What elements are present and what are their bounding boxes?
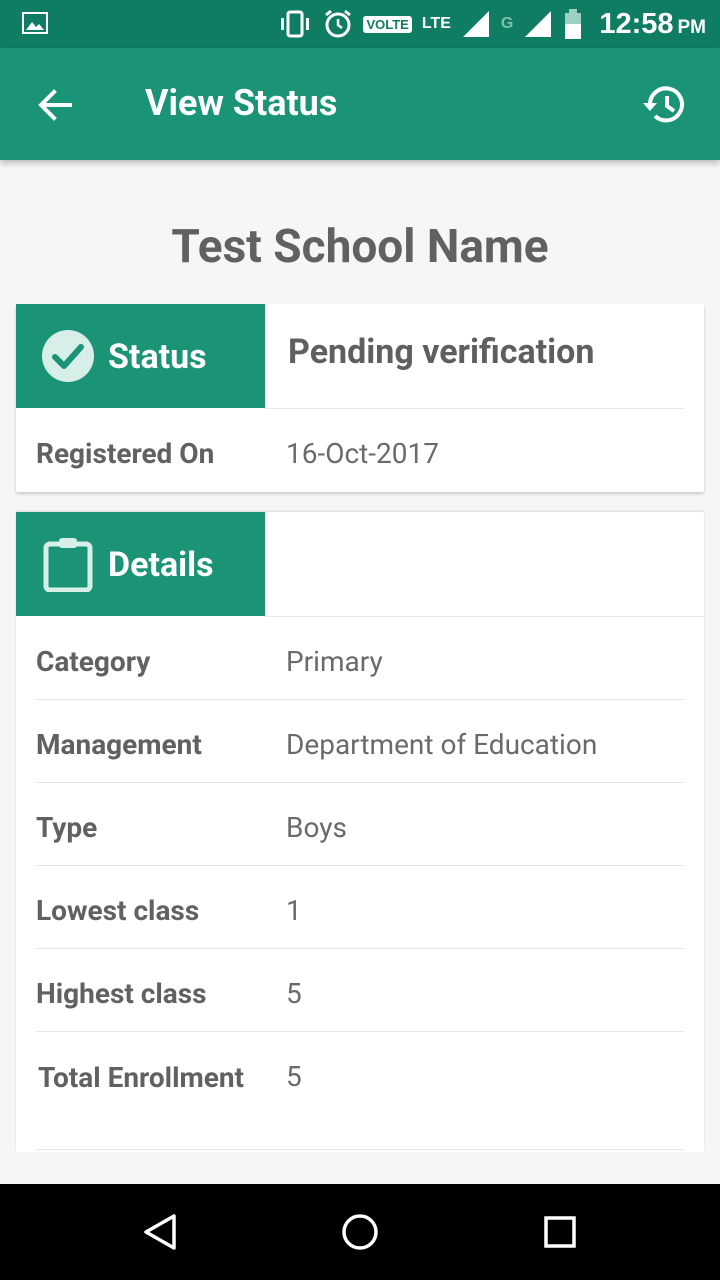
check-circle-icon: [42, 330, 94, 382]
divider: [36, 1149, 684, 1150]
back-triangle-icon[interactable]: [140, 1212, 180, 1252]
divider: [36, 1031, 684, 1032]
lte-label: LTE: [421, 15, 451, 32]
type-label: Type: [36, 811, 98, 844]
status-header: Status: [16, 304, 265, 408]
divider: [265, 616, 704, 617]
total-enrollment-label: Total Enrollment: [37, 1061, 245, 1094]
home-circle-icon[interactable]: [340, 1212, 380, 1252]
alarm-icon: [325, 9, 352, 38]
status-header-label: Status: [108, 337, 207, 377]
category-label: Category: [36, 645, 151, 678]
registered-value: 16-Oct-2017: [286, 437, 439, 470]
divider: [36, 948, 684, 949]
lowest-class-value: 1: [286, 894, 302, 927]
divider: [265, 408, 684, 409]
app-bar: View Status: [0, 48, 720, 160]
clipboard-icon: [43, 538, 93, 592]
school-name: Test School Name: [171, 220, 549, 274]
battery-icon: [565, 9, 582, 39]
highest-class-value: 5: [286, 977, 302, 1010]
recents-square-icon[interactable]: [540, 1212, 580, 1252]
history-icon[interactable]: [640, 80, 690, 130]
status-value: Pending verification: [288, 332, 595, 372]
image-icon: [22, 12, 48, 34]
arrow-back-icon[interactable]: [30, 80, 80, 130]
lowest-class-label: Lowest class: [36, 894, 200, 927]
g-label: G: [500, 15, 514, 32]
details-header-label: Details: [108, 545, 214, 585]
navigation-bar: [0, 1184, 720, 1280]
status-card: Status Pending verification Registered O…: [16, 304, 704, 492]
management-label: Management: [36, 728, 202, 761]
clock-ampm: PM: [677, 16, 707, 38]
details-card: Details Category Primary Management Depa…: [16, 512, 704, 1152]
vibrate-icon: [281, 10, 310, 38]
details-header: Details: [16, 512, 265, 616]
lte-signal-icon: [462, 11, 489, 37]
clock: 12:58 PM: [599, 8, 706, 41]
status-bar: VOLTE LTE G 12:58 PM: [0, 0, 720, 48]
divider: [36, 699, 684, 700]
clock-time: 12:58: [599, 7, 674, 40]
volte-badge: VOLTE: [363, 15, 412, 33]
management-value: Department of Education: [286, 728, 598, 761]
type-value: Boys: [286, 811, 347, 844]
g-signal-icon: [525, 11, 552, 37]
total-enrollment-value: 5: [286, 1060, 302, 1093]
page-title: View Status: [145, 82, 338, 124]
highest-class-label: Highest class: [36, 977, 207, 1010]
divider: [36, 782, 684, 783]
category-value: Primary: [286, 645, 383, 678]
divider: [36, 865, 684, 866]
registered-label: Registered On: [36, 437, 215, 470]
